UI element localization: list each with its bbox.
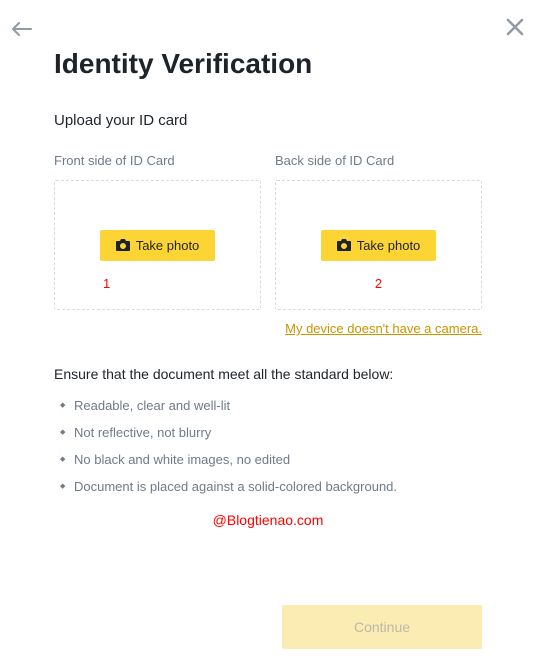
- take-photo-back-button[interactable]: Take photo: [321, 230, 437, 261]
- watermark-text: @Blogtienao.com: [54, 512, 482, 528]
- take-photo-front-button[interactable]: Take photo: [100, 230, 216, 261]
- annotation-2: 2: [375, 276, 382, 291]
- back-upload-box[interactable]: Take photo 2: [275, 180, 482, 310]
- back-arrow-icon[interactable]: [12, 22, 32, 41]
- annotation-1: 1: [103, 276, 110, 291]
- camera-icon: [116, 239, 130, 251]
- list-item: Not reflective, not blurry: [60, 425, 482, 440]
- continue-button[interactable]: Continue: [282, 605, 482, 649]
- page-title: Identity Verification: [54, 48, 482, 80]
- list-item: Readable, clear and well-lit: [60, 398, 482, 413]
- list-item: Document is placed against a solid-color…: [60, 479, 482, 494]
- close-icon[interactable]: [506, 18, 524, 41]
- upload-subtitle: Upload your ID card: [54, 112, 482, 129]
- take-photo-back-label: Take photo: [357, 238, 421, 253]
- requirements-title: Ensure that the document meet all the st…: [54, 366, 482, 382]
- front-side-label: Front side of ID Card: [54, 153, 261, 168]
- back-side-label: Back side of ID Card: [275, 153, 482, 168]
- front-upload-box[interactable]: Take photo 1: [54, 180, 261, 310]
- no-camera-link[interactable]: My device doesn't have a camera.: [285, 321, 482, 336]
- list-item: No black and white images, no edited: [60, 452, 482, 467]
- camera-icon: [337, 239, 351, 251]
- take-photo-front-label: Take photo: [136, 238, 200, 253]
- requirements-list: Readable, clear and well-lit Not reflect…: [54, 398, 482, 494]
